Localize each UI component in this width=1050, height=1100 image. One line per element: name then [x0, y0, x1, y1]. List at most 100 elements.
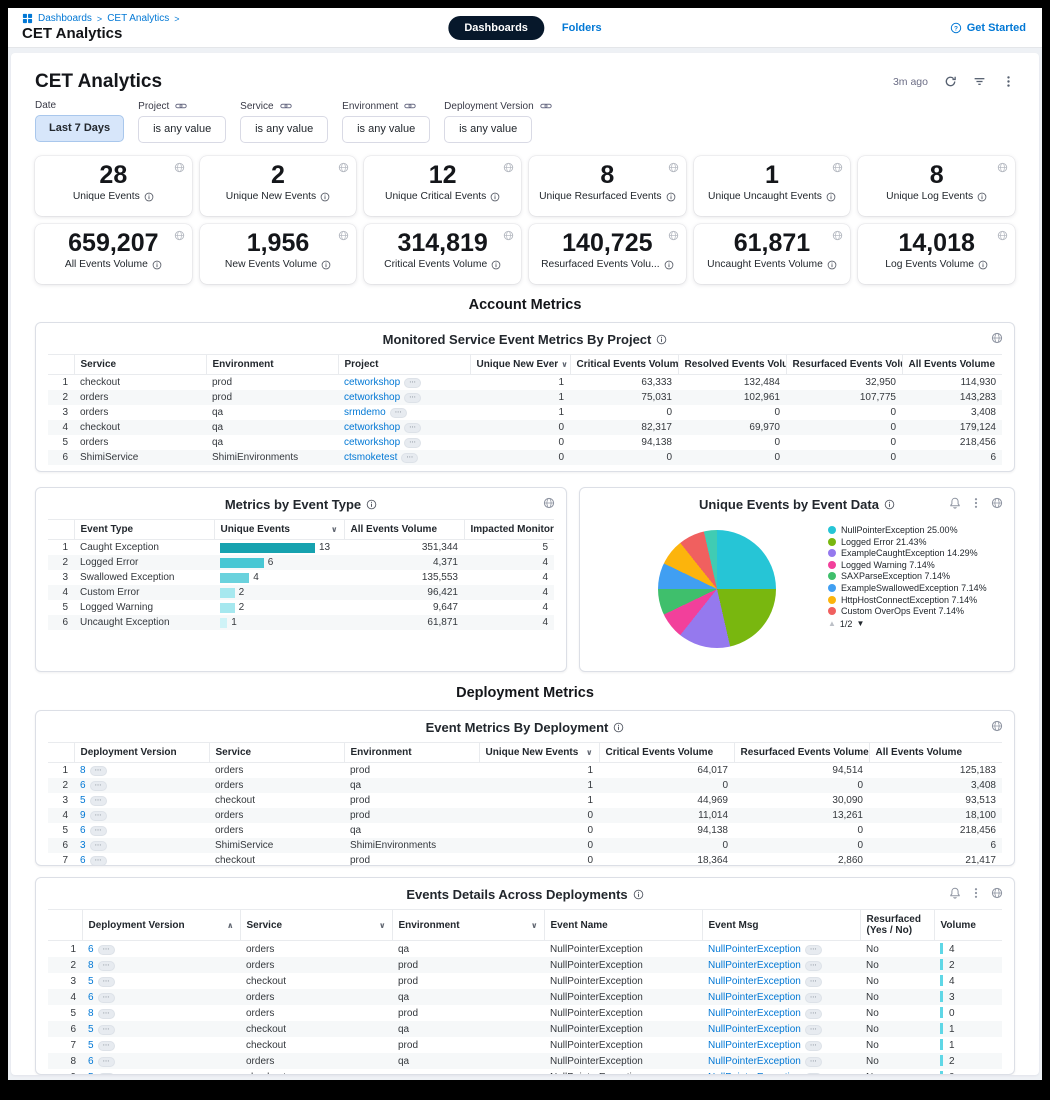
deployment-version-link[interactable]: 6: [80, 825, 86, 836]
project-link[interactable]: cetworkshop: [344, 437, 400, 448]
more-chip[interactable]: ⋯: [404, 393, 421, 403]
info-icon[interactable]: [666, 192, 676, 202]
project-link[interactable]: cetworkshop: [344, 392, 400, 403]
refresh-icon[interactable]: [944, 75, 957, 88]
kebab-menu-icon[interactable]: [970, 497, 982, 509]
info-icon[interactable]: [366, 499, 377, 510]
breadcrumb-cet-analytics[interactable]: CET Analytics: [107, 13, 169, 24]
more-chip[interactable]: ⋯: [90, 796, 107, 806]
legend-item[interactable]: SAXParseException 7.14%: [828, 571, 1002, 582]
kebab-menu-icon[interactable]: [1002, 75, 1015, 88]
filter-value-deployment-version[interactable]: is any value: [444, 116, 532, 143]
info-icon[interactable]: [152, 260, 162, 270]
info-icon[interactable]: [656, 334, 667, 345]
more-chip[interactable]: ⋯: [98, 977, 115, 987]
more-chip[interactable]: ⋯: [90, 766, 107, 776]
info-icon[interactable]: [321, 260, 331, 270]
legend-page-down[interactable]: ▼: [856, 619, 864, 628]
more-chip[interactable]: ⋯: [90, 811, 107, 821]
more-chip[interactable]: ⋯: [98, 1025, 115, 1035]
legend-page-up[interactable]: ▲: [828, 619, 836, 628]
more-chip[interactable]: ⋯: [404, 438, 421, 448]
event-msg-link[interactable]: NullPointerException: [708, 960, 801, 971]
col-project[interactable]: Project: [338, 355, 470, 375]
filter-value-project[interactable]: is any value: [138, 116, 226, 143]
deployment-version-link[interactable]: 6: [88, 1056, 94, 1067]
col-unique-new-ever[interactable]: Unique New Ever∨: [470, 355, 570, 375]
info-icon[interactable]: [977, 192, 987, 202]
more-chip[interactable]: ⋯: [805, 977, 822, 987]
col-resurfaced-events-volume[interactable]: Resurfaced Events Volume: [734, 743, 869, 763]
legend-item[interactable]: NullPointerException 25.00%: [828, 525, 1002, 536]
info-icon[interactable]: [826, 192, 836, 202]
col-all-events-volume[interactable]: All Events Volume: [869, 743, 1002, 763]
event-msg-link[interactable]: NullPointerException: [708, 944, 801, 955]
event-msg-link[interactable]: NullPointerException: [708, 1056, 801, 1067]
get-started-link[interactable]: Get Started: [950, 22, 1026, 34]
col-service[interactable]: Service: [74, 355, 206, 375]
info-icon[interactable]: [613, 722, 624, 733]
more-chip[interactable]: ⋯: [90, 781, 107, 791]
more-chip[interactable]: ⋯: [98, 961, 115, 971]
event-msg-link[interactable]: NullPointerException: [708, 1008, 801, 1019]
legend-item[interactable]: ExampleSwallowedException 7.14%: [828, 583, 1002, 594]
col-critical-events-volume[interactable]: Critical Events Volume: [599, 743, 734, 763]
event-msg-link[interactable]: NullPointerException: [708, 992, 801, 1003]
legend-item[interactable]: Logged Warning 7.14%: [828, 560, 1002, 571]
tab-folders[interactable]: Folders: [562, 22, 602, 34]
info-icon[interactable]: [827, 260, 837, 270]
more-chip[interactable]: ⋯: [404, 423, 421, 433]
filter-value-date[interactable]: Last 7 Days: [35, 115, 124, 142]
deployment-version-link[interactable]: 8: [88, 960, 94, 971]
deployment-version-link[interactable]: 9: [80, 810, 86, 821]
col-resolved-events-volume[interactable]: Resolved Events Volume: [678, 355, 786, 375]
deployment-version-link[interactable]: 3: [80, 840, 86, 851]
deployment-version-link[interactable]: 5: [80, 795, 86, 806]
deployment-version-link[interactable]: 8: [80, 765, 86, 776]
project-link[interactable]: ctsmoketest: [344, 452, 397, 463]
col-environment[interactable]: Environment∨: [392, 910, 544, 941]
more-chip[interactable]: ⋯: [805, 961, 822, 971]
info-icon[interactable]: [320, 192, 330, 202]
deployment-version-link[interactable]: 5: [88, 1024, 94, 1035]
filter-icon[interactable]: [973, 75, 986, 88]
col-critical-events-volume[interactable]: Critical Events Volume: [570, 355, 678, 375]
filter-value-environment[interactable]: is any value: [342, 116, 430, 143]
info-icon[interactable]: [491, 260, 501, 270]
info-icon[interactable]: [664, 260, 674, 270]
more-chip[interactable]: ⋯: [404, 378, 421, 388]
bell-icon[interactable]: [949, 887, 961, 899]
info-icon[interactable]: [144, 192, 154, 202]
deployment-version-link[interactable]: 6: [88, 992, 94, 1003]
col-unique-events[interactable]: Unique Events∨: [214, 520, 344, 540]
info-icon[interactable]: [978, 260, 988, 270]
col-all-events-volume[interactable]: All Events Volume: [902, 355, 1002, 375]
project-link[interactable]: srmdemo: [344, 407, 386, 418]
col-service[interactable]: Service∨: [240, 910, 392, 941]
col-deployment-version[interactable]: Deployment Version: [74, 743, 209, 763]
more-chip[interactable]: ⋯: [90, 826, 107, 836]
event-msg-link[interactable]: NullPointerException: [708, 976, 801, 987]
event-msg-link[interactable]: NullPointerException: [708, 1072, 801, 1076]
bell-icon[interactable]: [949, 497, 961, 509]
more-chip[interactable]: ⋯: [805, 1025, 822, 1035]
more-chip[interactable]: ⋯: [805, 945, 822, 955]
project-link[interactable]: cetworkshop: [344, 377, 400, 388]
legend-item[interactable]: Custom OverOps Event 7.14%: [828, 606, 1002, 617]
col-environment[interactable]: Environment: [344, 743, 479, 763]
event-msg-link[interactable]: NullPointerException: [708, 1040, 801, 1051]
tab-dashboards[interactable]: Dashboards: [448, 16, 544, 40]
deployment-version-link[interactable]: 5: [88, 1040, 94, 1051]
deployment-version-link[interactable]: 5: [88, 1072, 94, 1076]
legend-item[interactable]: ExampleCaughtException 14.29%: [828, 548, 1002, 559]
deployment-version-link[interactable]: 6: [88, 944, 94, 955]
kebab-menu-icon[interactable]: [970, 887, 982, 899]
col-unique-new-events[interactable]: Unique New Events∨: [479, 743, 599, 763]
col-resurfaced[interactable]: Resurfaced(Yes / No): [860, 910, 934, 941]
col-event-name[interactable]: Event Name: [544, 910, 702, 941]
more-chip[interactable]: ⋯: [805, 1009, 822, 1019]
col-event-msg[interactable]: Event Msg: [702, 910, 860, 941]
event-msg-link[interactable]: NullPointerException: [708, 1024, 801, 1035]
project-link[interactable]: cetworkshop: [344, 422, 400, 433]
info-icon[interactable]: [884, 499, 895, 510]
